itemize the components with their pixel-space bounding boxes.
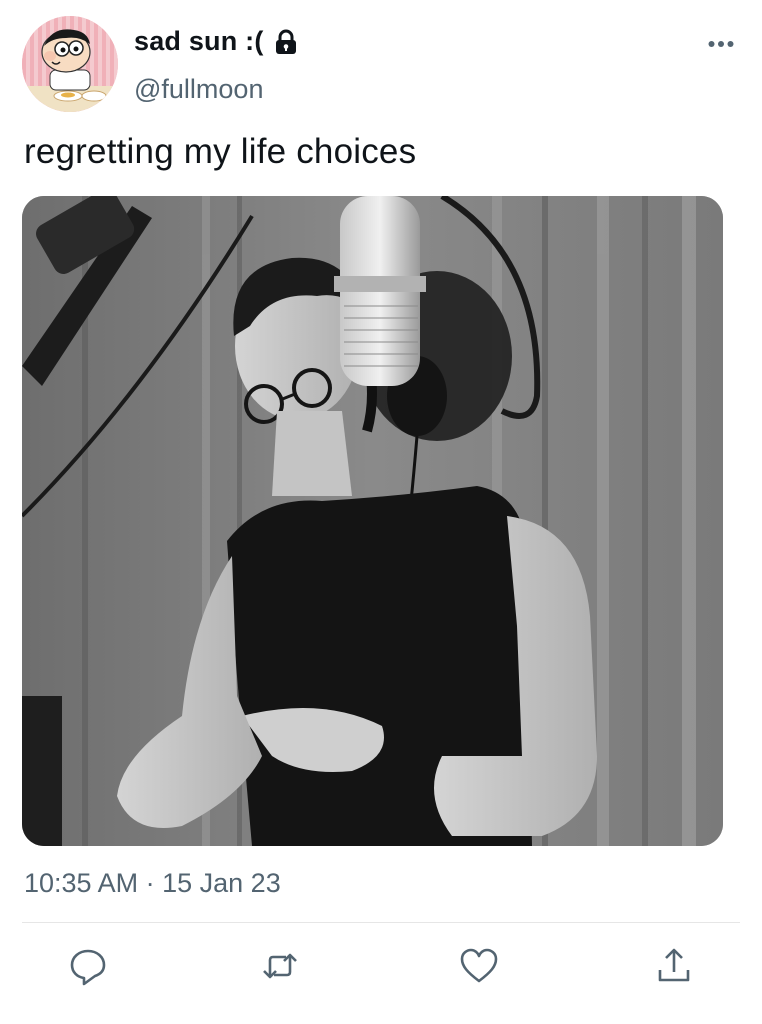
author-name-row: sad sun :( <box>134 26 300 57</box>
retweet-button[interactable] <box>260 946 300 986</box>
ellipsis-icon[interactable] <box>708 34 734 54</box>
action-bar <box>0 946 762 992</box>
timestamp-separator: · <box>145 868 155 898</box>
retweet-icon <box>263 953 297 979</box>
cartoon-boy-avatar-image <box>22 16 118 112</box>
display-name[interactable]: sad sun :( <box>134 26 264 57</box>
share-icon <box>658 948 690 982</box>
like-button[interactable] <box>459 946 499 986</box>
lock-icon <box>272 28 300 56</box>
avatar[interactable] <box>22 16 118 112</box>
reply-button[interactable] <box>68 946 108 986</box>
tweet-text: regretting my life choices <box>24 132 417 171</box>
tweet: sad sun :( @fullmoon regretting my life … <box>0 0 762 1024</box>
tweet-time: 10:35 AM <box>24 868 139 898</box>
heart-icon <box>460 948 498 983</box>
tweet-date: 15 Jan 23 <box>162 868 281 898</box>
tweet-timestamp[interactable]: 10:35 AM · 15 Jan 23 <box>24 868 281 899</box>
tweet-photo[interactable] <box>22 196 723 846</box>
reply-icon <box>70 949 106 986</box>
share-button[interactable] <box>654 946 694 986</box>
user-handle[interactable]: @fullmoon <box>134 74 263 105</box>
divider <box>22 922 740 923</box>
studio-photo-image <box>22 196 723 846</box>
